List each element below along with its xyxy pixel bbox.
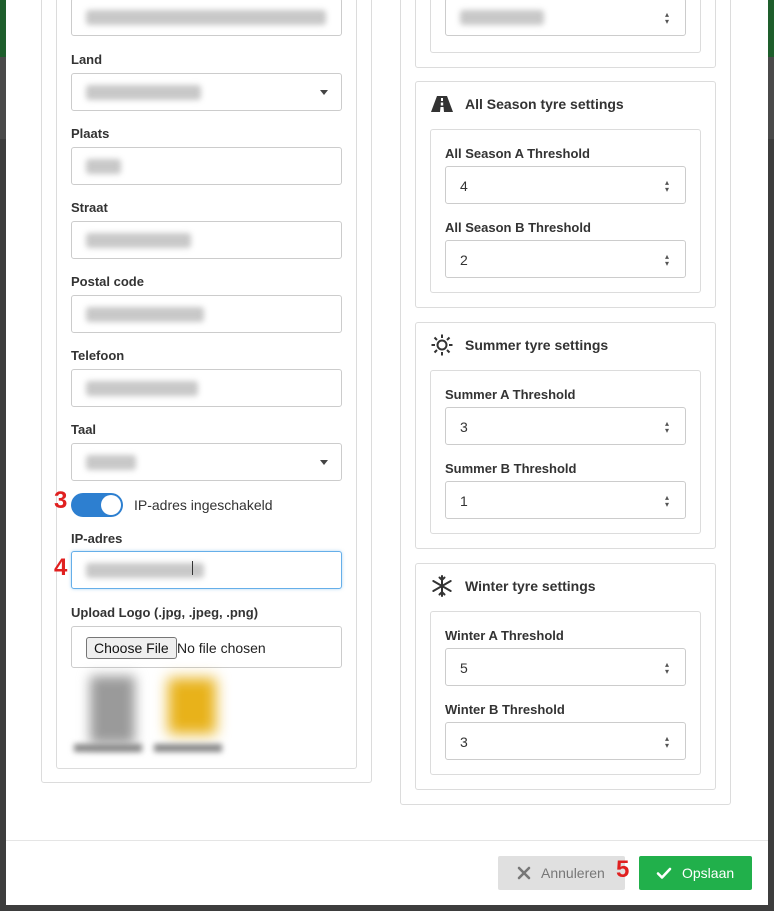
- spinner-icon[interactable]: ▴ ▾: [663, 253, 671, 268]
- winter-b-value: 3: [460, 734, 468, 750]
- telefoon-label: Telefoon: [71, 348, 125, 363]
- spinner-icon[interactable]: ▴ ▾: [663, 735, 671, 750]
- ip-enabled-label: IP-adres ingeschakeld: [134, 497, 273, 513]
- winter-title: Winter tyre settings: [465, 578, 596, 594]
- step-marker-5: 5: [616, 856, 630, 883]
- all-season-title: All Season tyre settings: [465, 96, 624, 112]
- plaats-field[interactable]: [71, 147, 342, 185]
- ip-enabled-toggle[interactable]: [71, 493, 123, 517]
- land-select[interactable]: [71, 73, 342, 111]
- cancel-button[interactable]: Annuleren: [498, 856, 625, 890]
- all-season-b-value: 2: [460, 252, 468, 268]
- sun-icon: [431, 334, 453, 356]
- summer-a-label: Summer A Threshold: [445, 387, 576, 402]
- plaats-label: Plaats: [71, 126, 110, 141]
- cancel-button-label: Annuleren: [541, 865, 605, 881]
- step-marker-3: 3: [54, 487, 68, 514]
- land-label: Land: [71, 52, 103, 67]
- logo-file-input[interactable]: Choose File No file chosen: [71, 626, 342, 668]
- spinner-icon: ▴ ▾: [664, 10, 669, 26]
- all-season-b-label: All Season B Threshold: [445, 220, 591, 235]
- logo-preview-gray: [70, 668, 148, 754]
- toggle-knob: [101, 495, 121, 515]
- all-season-b-input[interactable]: 2 ▴ ▾: [445, 240, 686, 278]
- ip-address-label: IP-adres: [71, 531, 123, 546]
- choose-file-button[interactable]: Choose File: [86, 637, 177, 659]
- top-setting-field[interactable]: ▴ ▾: [445, 0, 686, 36]
- winter-a-input[interactable]: 5 ▴ ▾: [445, 648, 686, 686]
- winter-a-label: Winter A Threshold: [445, 628, 564, 643]
- postal-code-label: Postal code: [71, 274, 144, 289]
- winter-a-value: 5: [460, 660, 468, 676]
- straat-label: Straat: [71, 200, 108, 215]
- all-season-a-label: All Season A Threshold: [445, 146, 590, 161]
- taal-select[interactable]: [71, 443, 342, 481]
- straat-field[interactable]: [71, 221, 342, 259]
- winter-b-label: Winter B Threshold: [445, 702, 565, 717]
- summer-b-value: 1: [460, 493, 468, 509]
- postal-code-field[interactable]: [71, 295, 342, 333]
- spinner-icon[interactable]: ▴ ▾: [663, 494, 671, 509]
- save-button-label: Opslaan: [682, 865, 735, 881]
- summer-b-label: Summer B Threshold: [445, 461, 577, 476]
- road-icon: [431, 96, 453, 112]
- chevron-down-icon: [320, 460, 328, 465]
- step-marker-4: 4: [54, 554, 68, 581]
- ip-address-field[interactable]: [71, 551, 342, 589]
- address-field[interactable]: [71, 0, 342, 36]
- text-cursor: [192, 561, 193, 575]
- snowflake-icon: [432, 575, 452, 597]
- summer-a-value: 3: [460, 419, 468, 435]
- logo-preview-yellow: [150, 668, 228, 754]
- upload-logo-label: Upload Logo (.jpg, .jpeg, .png): [71, 605, 259, 620]
- winter-b-input[interactable]: 3 ▴ ▾: [445, 722, 686, 760]
- spinner-icon[interactable]: ▴ ▾: [663, 420, 671, 435]
- taal-label: Taal: [71, 422, 97, 437]
- close-icon: [517, 866, 531, 880]
- save-button[interactable]: Opslaan: [639, 856, 752, 890]
- summer-title: Summer tyre settings: [465, 337, 609, 353]
- all-season-a-value: 4: [460, 178, 468, 194]
- summer-a-input[interactable]: 3 ▴ ▾: [445, 407, 686, 445]
- telefoon-field[interactable]: [71, 369, 342, 407]
- spinner-icon[interactable]: ▴ ▾: [663, 179, 671, 194]
- chevron-down-icon: [320, 90, 328, 95]
- checkmark-icon: [656, 867, 672, 879]
- all-season-a-input[interactable]: 4 ▴ ▾: [445, 166, 686, 204]
- summer-b-input[interactable]: 1 ▴ ▾: [445, 481, 686, 519]
- spinner-icon[interactable]: ▴ ▾: [663, 661, 671, 676]
- file-status-text: No file chosen: [177, 640, 266, 656]
